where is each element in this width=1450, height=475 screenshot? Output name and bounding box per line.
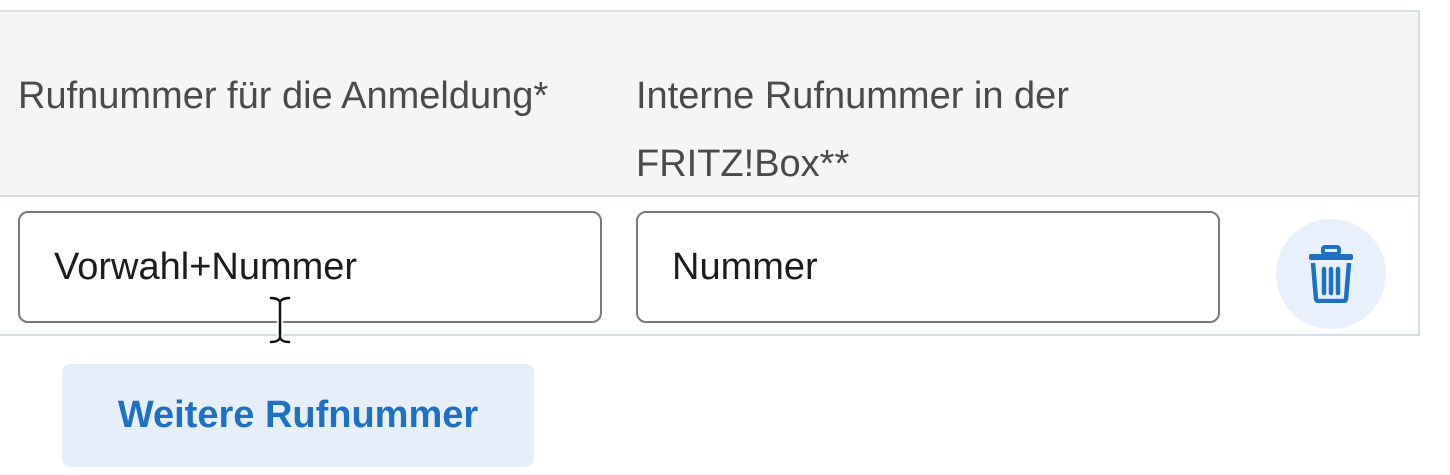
trash-icon xyxy=(1309,245,1353,303)
login-number-value: Vorwahl+Nummer xyxy=(54,245,358,288)
phone-number-table: Rufnummer für die Anmeldung* Interne Ruf… xyxy=(0,10,1420,336)
delete-row-button[interactable] xyxy=(1276,219,1386,329)
add-number-button[interactable]: Weitere Rufnummer xyxy=(62,364,534,467)
text-cursor-icon xyxy=(268,296,292,344)
add-number-label: Weitere Rufnummer xyxy=(117,394,479,436)
table-row: Vorwahl+Nummer Nummer xyxy=(0,197,1418,336)
internal-number-value: Nummer xyxy=(672,245,818,288)
header-login-number: Rufnummer für die Anmeldung* xyxy=(18,75,549,117)
header-internal-number: Interne Rufnummer in der FRITZ!Box** xyxy=(636,75,1069,185)
login-number-input[interactable]: Vorwahl+Nummer xyxy=(18,211,602,323)
table-header: Rufnummer für die Anmeldung* Interne Ruf… xyxy=(0,12,1418,197)
internal-number-input[interactable]: Nummer xyxy=(636,211,1220,323)
